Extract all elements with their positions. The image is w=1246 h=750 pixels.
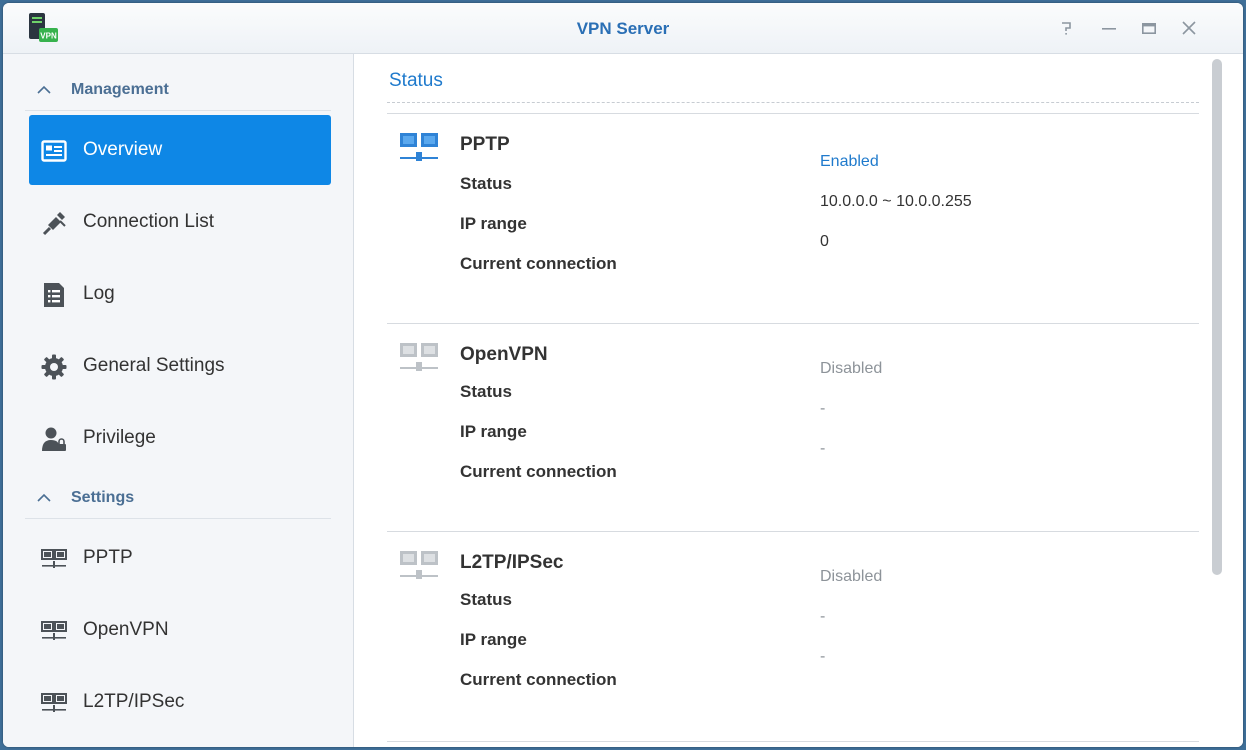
sidebar-item-privilege[interactable]: Privilege [29, 403, 331, 473]
settings-header[interactable]: Settings [25, 474, 331, 519]
main-panel: Status PPTP Status IP range Current conn… [354, 54, 1243, 747]
network-icon [41, 621, 67, 640]
sidebar-item-overview[interactable]: Overview [29, 115, 331, 185]
minimize-icon[interactable] [1098, 17, 1120, 39]
vpn-server-window: VPN VPN Server Management Overview Conne… [3, 3, 1243, 747]
status-label: Status [460, 590, 512, 609]
pptp-status-block: PPTP Status IP range Current connection … [387, 122, 1199, 322]
ip-range-label: IP range [460, 214, 527, 233]
current-connection-value: - [820, 648, 826, 665]
maximize-icon[interactable] [1138, 17, 1160, 39]
status-value: Disabled [820, 568, 883, 585]
title-bar: VPN VPN Server [3, 3, 1243, 54]
chevron-up-icon [37, 85, 51, 94]
network-icon [41, 693, 67, 712]
current-connection-label: Current connection [460, 254, 617, 273]
divider [387, 531, 1199, 532]
network-icon [41, 549, 67, 568]
sidebar-item-general-settings[interactable]: General Settings [29, 331, 331, 401]
help-icon[interactable] [1056, 17, 1078, 39]
settings-label: Settings [71, 489, 135, 506]
sidebar-item-label: OpenVPN [83, 619, 169, 640]
pptp-network-icon [400, 133, 438, 161]
sidebar-item-log[interactable]: Log [29, 259, 331, 329]
ip-range-label: IP range [460, 422, 527, 441]
sidebar-item-l2tp-ipsec[interactable]: L2TP/IPSec [29, 667, 331, 737]
block-title: OpenVPN [460, 344, 548, 365]
divider [387, 741, 1199, 742]
openvpn-network-icon [400, 343, 438, 371]
close-icon[interactable] [1178, 17, 1200, 39]
status-value: Disabled [820, 360, 883, 377]
sidebar-item-openvpn[interactable]: OpenVPN [29, 595, 331, 665]
openvpn-status-block: OpenVPN Status IP range Current connecti… [387, 332, 1199, 532]
page-title: Status [389, 70, 443, 91]
current-connection-label: Current connection [460, 462, 617, 481]
management-header[interactable]: Management [25, 66, 331, 111]
sidebar-item-label: General Settings [83, 355, 225, 376]
chevron-up-icon [37, 493, 51, 502]
l2tp-ipsec-status-block: L2TP/IPSec Status IP range Current conne… [387, 540, 1199, 740]
status-label: Status [460, 174, 512, 193]
sidebar: Management Overview Connection List Log … [3, 54, 354, 747]
title-divider [387, 102, 1199, 103]
block-title: PPTP [460, 134, 510, 155]
sidebar-item-label: PPTP [83, 547, 133, 568]
sidebar-item-label: Log [83, 283, 115, 304]
status-label: Status [460, 382, 512, 401]
management-label: Management [71, 81, 169, 98]
ip-range-value: 10.0.0.0 ~ 10.0.0.255 [820, 193, 972, 210]
sidebar-item-label: Privilege [83, 427, 156, 448]
sidebar-item-label: L2TP/IPSec [83, 691, 185, 712]
sidebar-item-label: Connection List [83, 211, 214, 232]
vertical-scrollbar[interactable] [1212, 59, 1222, 575]
current-connection-value: 0 [820, 233, 829, 250]
log-icon [44, 283, 64, 307]
sidebar-item-label: Overview [83, 139, 163, 160]
status-value: Enabled [820, 153, 879, 170]
connection-list-icon [42, 212, 66, 236]
ip-range-label: IP range [460, 630, 527, 649]
block-title: L2TP/IPSec [460, 552, 564, 573]
overview-icon [41, 140, 67, 162]
sidebar-item-connection-list[interactable]: Connection List [29, 187, 331, 257]
divider [387, 323, 1199, 324]
sidebar-item-pptp[interactable]: PPTP [29, 523, 331, 593]
l2tp-network-icon [400, 551, 438, 579]
current-connection-value: - [820, 440, 826, 457]
ip-range-value: - [820, 608, 826, 625]
privilege-icon [42, 427, 66, 451]
divider [387, 113, 1199, 114]
current-connection-label: Current connection [460, 670, 617, 689]
gear-icon [41, 354, 67, 380]
ip-range-value: - [820, 400, 826, 417]
